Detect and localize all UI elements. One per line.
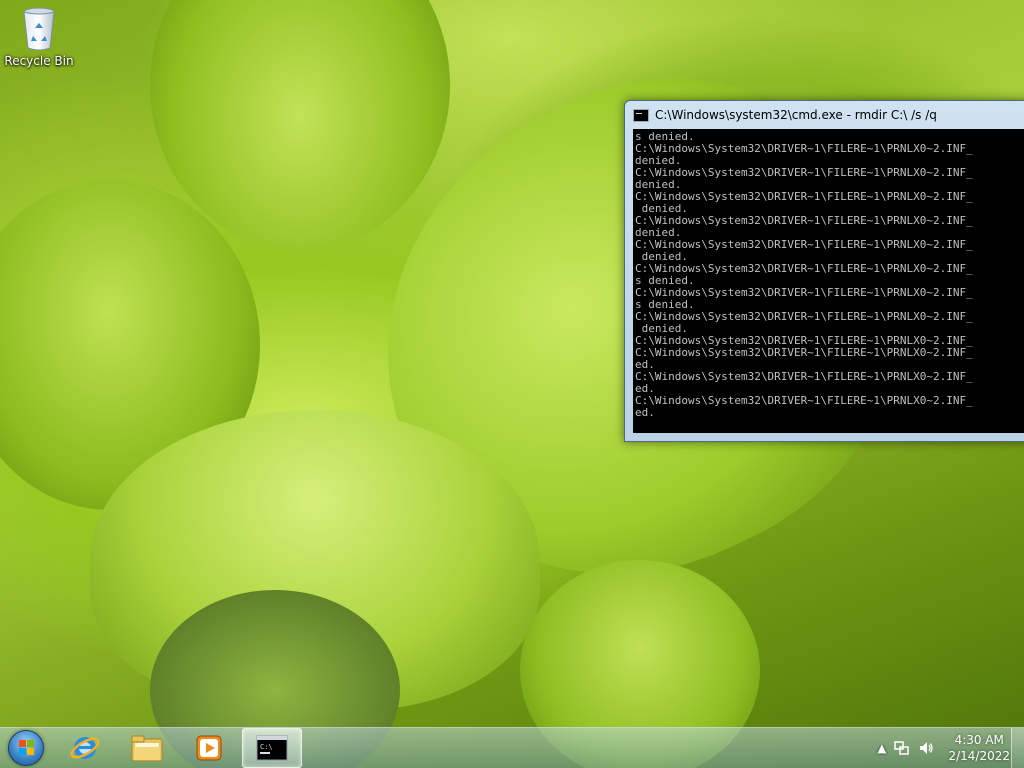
windows-start-orb-icon (8, 730, 44, 766)
console-output: s denied. C:\Windows\System32\DRIVER~1\FI… (633, 129, 1024, 419)
cmd-titlebar[interactable]: C:\Windows\system32\cmd.exe - rmdir C:\ … (625, 101, 1024, 129)
desktop-icon-recycle-bin[interactable]: Recycle Bin (4, 6, 74, 68)
taskbar-button-media-player[interactable] (180, 729, 238, 767)
taskbar-button-command-prompt[interactable]: C:\ (242, 728, 302, 768)
cmd-console[interactable]: s denied. C:\Windows\System32\DRIVER~1\FI… (633, 129, 1024, 433)
show-desktop-button[interactable] (1011, 728, 1024, 768)
system-tray: ▲ 4:30 AM 2/14/2022 (873, 728, 1024, 768)
clock-time: 4:30 AM (954, 733, 1004, 747)
svg-text:C:\: C:\ (260, 743, 273, 751)
console-line: C:\Windows\System32\DRIVER~1\FILERE~1\PR… (635, 190, 973, 203)
wallpaper-petal (90, 410, 540, 710)
console-line: C:\Windows\System32\DRIVER~1\FILERE~1\PR… (635, 370, 973, 383)
wallpaper-petal (0, 180, 260, 510)
console-line: C:\Windows\System32\DRIVER~1\FILERE~1\PR… (635, 238, 973, 251)
desktop: Recycle Bin C:\Windows\system32\cmd.exe … (0, 0, 1024, 768)
command-prompt-icon: C:\ (256, 735, 288, 761)
clock-date: 2/14/2022 (948, 749, 1010, 763)
taskbar-button-internet-explorer[interactable] (56, 729, 114, 767)
taskbar-clock[interactable]: 4:30 AM 2/14/2022 (948, 732, 1010, 764)
start-button[interactable] (0, 728, 52, 768)
console-line: C:\Windows\System32\DRIVER~1\FILERE~1\PR… (635, 346, 973, 359)
volume-icon[interactable] (918, 740, 934, 756)
media-player-icon (196, 735, 222, 761)
network-icon[interactable] (894, 740, 910, 756)
show-hidden-icons-button[interactable]: ▲ (877, 741, 886, 755)
cmd-window-title: C:\Windows\system32\cmd.exe - rmdir C:\ … (655, 108, 937, 122)
cmd-window[interactable]: C:\Windows\system32\cmd.exe - rmdir C:\ … (624, 100, 1024, 442)
console-line: C:\Windows\System32\DRIVER~1\FILERE~1\PR… (635, 214, 973, 227)
console-line: C:\Windows\System32\DRIVER~1\FILERE~1\PR… (635, 310, 973, 323)
console-line: C:\Windows\System32\DRIVER~1\FILERE~1\PR… (635, 394, 973, 407)
taskbar-button-windows-explorer[interactable] (118, 729, 176, 767)
internet-explorer-icon (70, 737, 100, 759)
console-line: C:\Windows\System32\DRIVER~1\FILERE~1\PR… (635, 166, 973, 179)
recycle-bin-icon (23, 7, 55, 51)
command-prompt-icon (633, 108, 649, 122)
console-line: ed. (635, 406, 655, 419)
console-line: C:\Windows\System32\DRIVER~1\FILERE~1\PR… (635, 142, 973, 155)
wallpaper-petal (150, 0, 450, 250)
taskbar: C:\ ▲ 4:30 AM 2/14/2022 (0, 727, 1024, 768)
desktop-icon-label: Recycle Bin (4, 54, 74, 68)
folder-icon (131, 735, 163, 762)
